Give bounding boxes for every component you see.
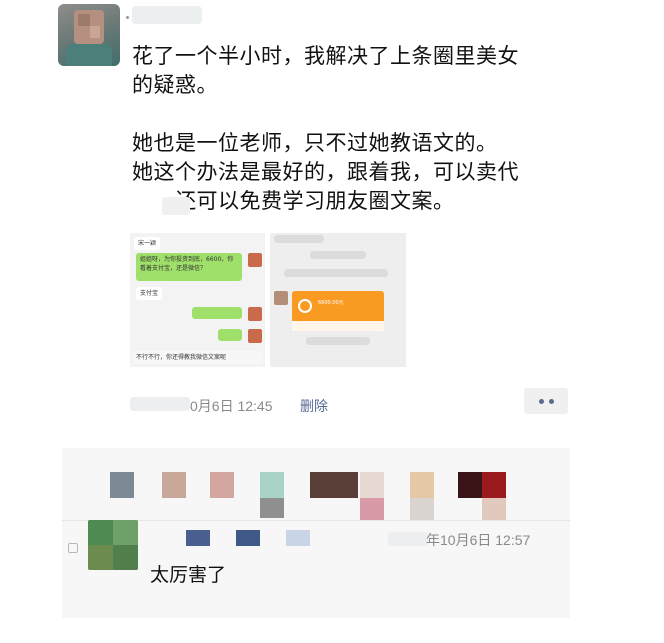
comment-text: 太厉害了: [150, 564, 227, 586]
post-image-chat[interactable]: 宋一颖 姐姐呀，为你投资到底，6600，你看着支付宝，还是微信？ 支付宝 不行不…: [130, 233, 265, 367]
like-avatar[interactable]: [482, 498, 506, 520]
like-avatar[interactable]: [410, 472, 434, 498]
chat-avatar: [248, 329, 262, 343]
chat-avatar: [248, 307, 262, 321]
name-pixel: [186, 530, 210, 546]
like-avatar[interactable]: [410, 498, 434, 520]
post-time: 0月6日 12:45: [190, 398, 273, 414]
comment-time: 年10月6日 12:57: [426, 532, 531, 548]
transfer-icon: [298, 299, 312, 313]
chat-bubble: [218, 329, 242, 341]
transfer-card-footer: [292, 321, 384, 331]
chat-bubble: [284, 269, 388, 277]
name-pixel: [286, 530, 310, 546]
chat-bottom-text: 不行不行，你还得教我微信文案呢: [132, 351, 263, 364]
like-avatar[interactable]: [482, 472, 506, 498]
chat-bubble: [192, 307, 242, 319]
name-pixel: [236, 530, 260, 546]
more-dots-icon[interactable]: [524, 388, 568, 414]
avatar-pixel: [88, 520, 113, 545]
comment-icon: [68, 543, 78, 553]
dot: [538, 398, 544, 404]
like-avatar[interactable]: [260, 472, 284, 498]
post-image-transfer[interactable]: 6600.00元: [270, 233, 406, 367]
poster-avatar[interactable]: [58, 4, 120, 66]
chat-bubble: [310, 251, 366, 259]
delete-link[interactable]: 删除: [300, 396, 328, 416]
avatar-pixel: [88, 545, 113, 570]
chat-bubble: 支付宝: [136, 287, 163, 300]
transfer-amount: 6600.00元: [318, 300, 344, 306]
post-text: 花了一个半小时，我解决了上条圈里美女 的疑惑。 她也是一位老师，只不过她教语文的…: [132, 44, 519, 213]
date-redacted: [388, 532, 428, 546]
date-redacted: [130, 397, 190, 411]
like-avatar[interactable]: [360, 472, 384, 498]
chat-header: 宋一颖: [134, 237, 161, 250]
like-avatar[interactable]: [310, 472, 358, 498]
commenter-avatar[interactable]: [88, 520, 138, 570]
poster-name-redacted[interactable]: [126, 6, 202, 24]
redacted-word: [162, 197, 190, 215]
avatar-pixel: [78, 14, 90, 26]
like-avatar[interactable]: [110, 472, 134, 498]
avatar-pixel: [113, 545, 138, 570]
like-avatar[interactable]: [360, 498, 384, 520]
transfer-card: 6600.00元: [292, 291, 384, 331]
chat-bubble: 姐姐呀，为你投资到底，6600，你看着支付宝，还是微信？: [136, 253, 242, 281]
like-avatar[interactable]: [162, 472, 186, 498]
dot: [548, 398, 554, 404]
like-avatar[interactable]: [260, 498, 284, 518]
chat-avatar: [248, 253, 262, 267]
avatar-body: [66, 44, 112, 66]
chat-bubble: [274, 235, 324, 243]
chat-avatar: [274, 291, 288, 305]
avatar-pixel: [113, 520, 138, 545]
like-avatar[interactable]: [210, 472, 234, 498]
chat-bubble: [306, 337, 370, 345]
divider: [62, 520, 570, 521]
like-avatar[interactable]: [458, 472, 482, 498]
avatar-pixel: [90, 26, 100, 38]
